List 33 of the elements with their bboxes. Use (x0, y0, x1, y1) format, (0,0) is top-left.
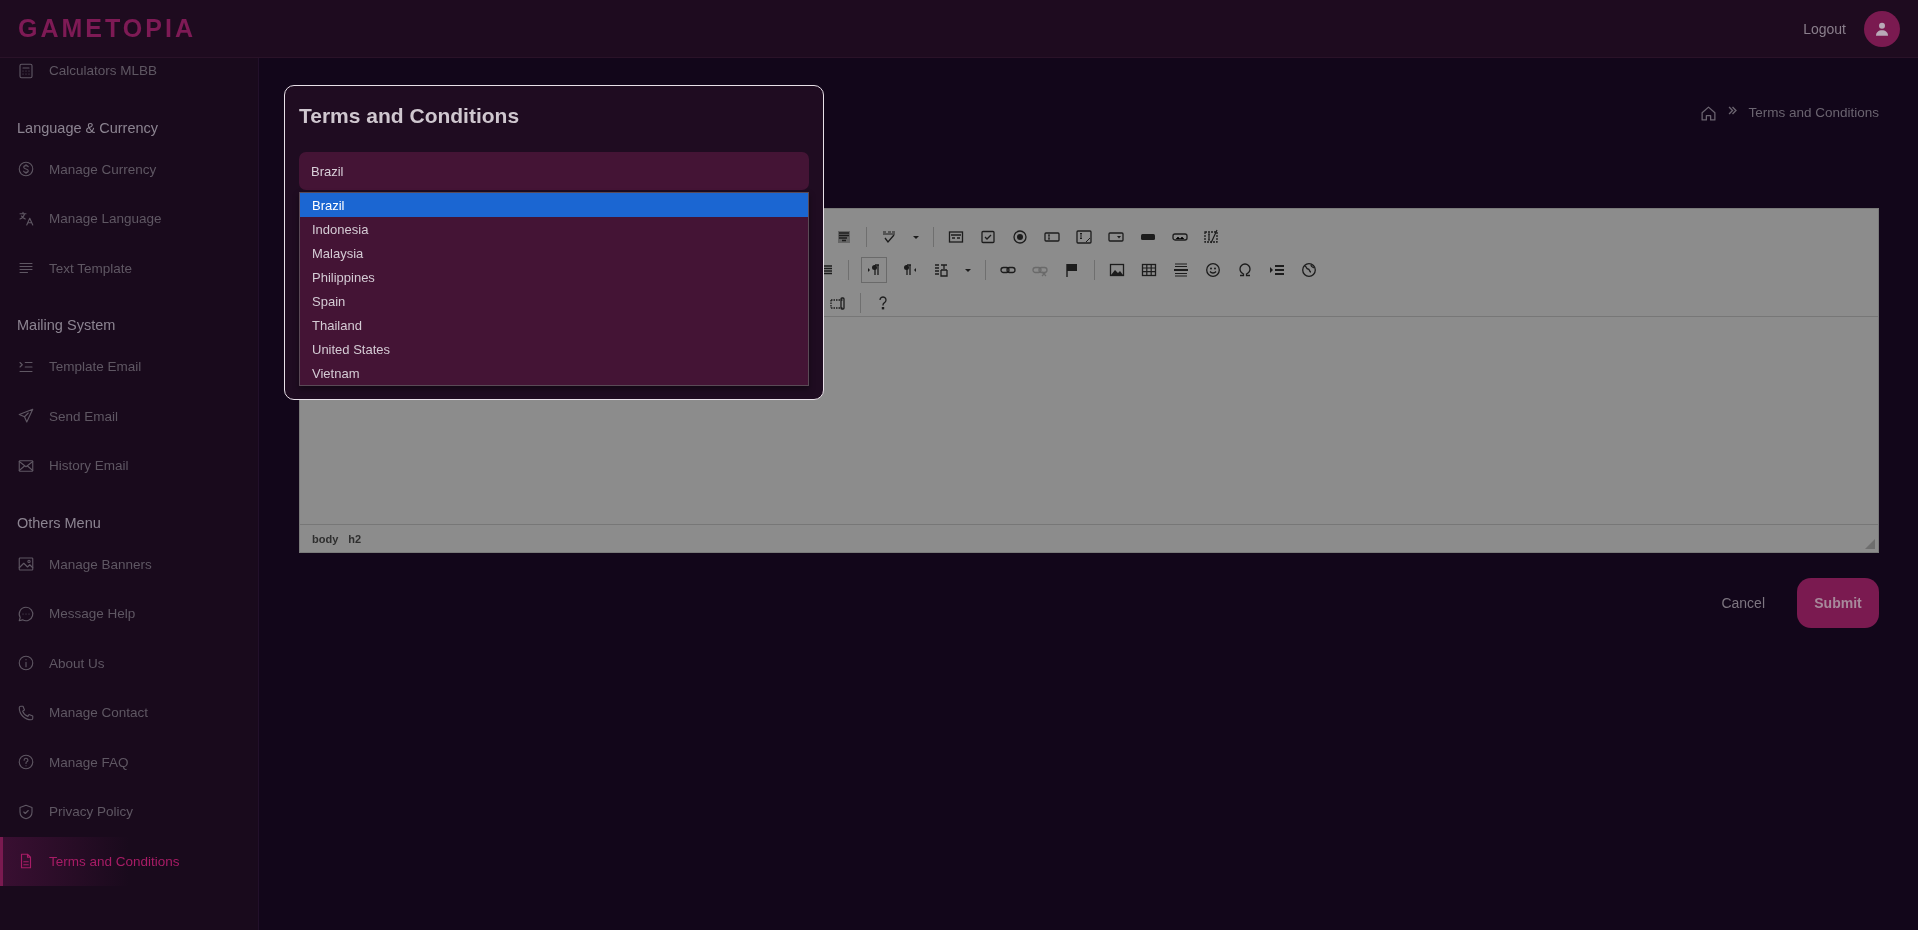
logo[interactable]: GAMETOPIA (18, 14, 196, 43)
cancel-button[interactable]: Cancel (1709, 587, 1777, 619)
sidebar-item[interactable]: Send Email (0, 391, 258, 441)
dropdown-option[interactable]: Indonesia (300, 217, 808, 241)
element-path-item[interactable]: body (312, 532, 339, 545)
sidebar-heading: Language & Currency (16, 118, 160, 138)
sidebar-item[interactable]: Manage Banners (0, 539, 258, 589)
sidebar-item[interactable]: Text Template (0, 243, 258, 293)
dropdown-option[interactable]: Brazil (300, 193, 808, 217)
sidebar-item[interactable]: Manage Currency (0, 144, 258, 194)
sidebar-item[interactable]: Manage Language (0, 194, 258, 244)
country-select[interactable]: Brazil (299, 152, 809, 190)
sidebar-item[interactable]: Manage Contact (0, 688, 258, 738)
dropdown-option[interactable]: Vietnam (300, 361, 808, 385)
submit-button[interactable]: Submit (1797, 578, 1879, 628)
dialog-title: Terms and Conditions (299, 104, 521, 129)
element-path-item[interactable]: h2 (348, 532, 362, 545)
dropdown-option[interactable]: Malaysia (300, 241, 808, 265)
sidebar-item[interactable]: Template Email (0, 342, 258, 392)
sidebar-heading: Mailing System (16, 316, 117, 335)
sidebar-item[interactable]: Message Help (0, 589, 258, 639)
dropdown-option[interactable]: Spain (300, 289, 808, 313)
sidebar-item[interactable]: Manage FAQ (0, 737, 258, 787)
sidebar-item[interactable]: History Email (0, 441, 258, 491)
dropdown-option[interactable]: Philippines (300, 265, 808, 289)
logout-link[interactable]: Logout (1803, 20, 1846, 37)
sidebar-heading: Others Menu (16, 513, 102, 533)
dropdown-option[interactable]: Thailand (300, 313, 808, 337)
dropdown-option[interactable]: United States (300, 337, 808, 361)
sidebar-item[interactable]: Calculators MLBB (0, 58, 258, 96)
sidebar-item[interactable]: About Us (0, 638, 258, 688)
sidebar-item[interactable]: Privacy Policy (0, 787, 258, 837)
breadcrumb-current: Terms and Conditions (1748, 105, 1879, 120)
